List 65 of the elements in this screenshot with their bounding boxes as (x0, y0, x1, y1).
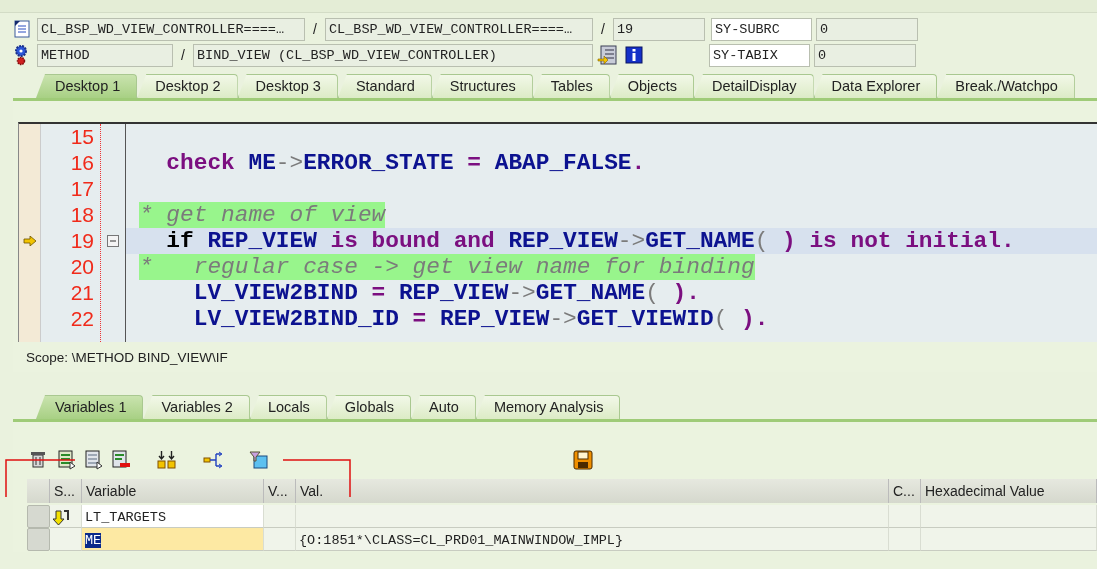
tab[interactable]: Variables 1 (36, 395, 144, 419)
code-line: LV_VIEW2BIND = REP_VIEW->GET_NAME( ). (192, 280, 701, 306)
document-icon[interactable] (13, 20, 31, 38)
tab[interactable]: Tables (532, 74, 610, 98)
gear-icon[interactable] (13, 44, 29, 66)
system-field-value: 0 (816, 17, 918, 41)
separator-slash: / (312, 21, 318, 37)
line-number: 17 (70, 177, 94, 201)
column-header: S... (50, 479, 82, 503)
column-header: C... (889, 479, 921, 503)
table-cell: {O:1851*\CLASS=CL_PRD01_MAINWINDOW_IMPL} (296, 528, 889, 551)
system-field-name: SY-TABIX (709, 43, 810, 67)
tab[interactable]: Desktop 3 (237, 74, 338, 98)
tab[interactable]: Standard (337, 74, 432, 98)
line-number: 20 (70, 255, 94, 279)
tab[interactable]: Globals (326, 395, 412, 419)
table-cell[interactable]: LT_TARGETS (82, 505, 264, 528)
tab[interactable]: Memory Analysis (475, 395, 621, 419)
column-header: Val. (296, 479, 889, 503)
tab[interactable]: Variables 2 (143, 395, 250, 419)
event-field: BIND_VIEW (CL_BSP_WD_VIEW_CONTROLLER) (193, 43, 593, 67)
program-field: CL_BSP_WD_VIEW_CONTROLLER====… (37, 17, 305, 41)
filter-icon[interactable] (249, 450, 269, 470)
code-line: LV_VIEW2BIND_ID = REP_VIEW->GET_VIEWID( ). (192, 306, 770, 332)
info-icon[interactable] (625, 46, 643, 64)
include-field: CL_BSP_WD_VIEW_CONTROLLER====… (325, 17, 593, 41)
system-field-value: 0 (814, 43, 916, 67)
table-cell[interactable]: ME (82, 528, 264, 551)
tab[interactable]: Locals (249, 395, 327, 419)
tab[interactable]: Objects (609, 74, 694, 98)
list-icon[interactable] (111, 450, 131, 470)
network-icon[interactable] (203, 450, 223, 470)
tab[interactable]: Structures (431, 74, 533, 98)
sort-icon[interactable] (157, 450, 177, 470)
table-cell (889, 505, 921, 528)
tab[interactable]: Auto (411, 395, 476, 419)
line-number: 15 (70, 125, 94, 149)
line-field: 19 (613, 17, 705, 41)
line-number: 21 (70, 281, 94, 305)
list-icon[interactable] (84, 450, 104, 470)
save-icon[interactable] (573, 450, 593, 470)
list-icon[interactable] (597, 45, 617, 65)
tab[interactable]: Desktop 1 (36, 74, 138, 98)
column-header: Variable (82, 479, 264, 503)
event-type-field: METHOD (37, 43, 173, 67)
tab[interactable]: Desktop 2 (137, 74, 238, 98)
column-header (27, 479, 50, 503)
table-cell (264, 505, 296, 528)
line-number: 22 (70, 307, 94, 331)
line-number: 19 (70, 229, 94, 253)
column-header: V... (264, 479, 296, 503)
column-header: Hexadecimal Value (921, 479, 1097, 503)
code-line: check ME->ERROR_STATE = ABAP_FALSE. (165, 150, 647, 176)
system-field-name: SY-SUBRC (711, 17, 812, 41)
list-icon[interactable] (57, 450, 77, 470)
tab[interactable]: Data Explorer (813, 74, 938, 98)
collapse-icon[interactable] (107, 235, 119, 247)
line-number: 16 (70, 151, 94, 175)
separator-slash: / (600, 21, 606, 37)
tab[interactable]: Break./Watchpo (937, 74, 1075, 98)
scope-label: Scope: \METHOD BIND_VIEW\IF (25, 349, 229, 367)
tab[interactable]: DetailDisplay (693, 74, 814, 98)
line-number: 18 (70, 203, 94, 227)
separator-slash: / (180, 47, 186, 63)
annotation-line (5, 459, 75, 497)
